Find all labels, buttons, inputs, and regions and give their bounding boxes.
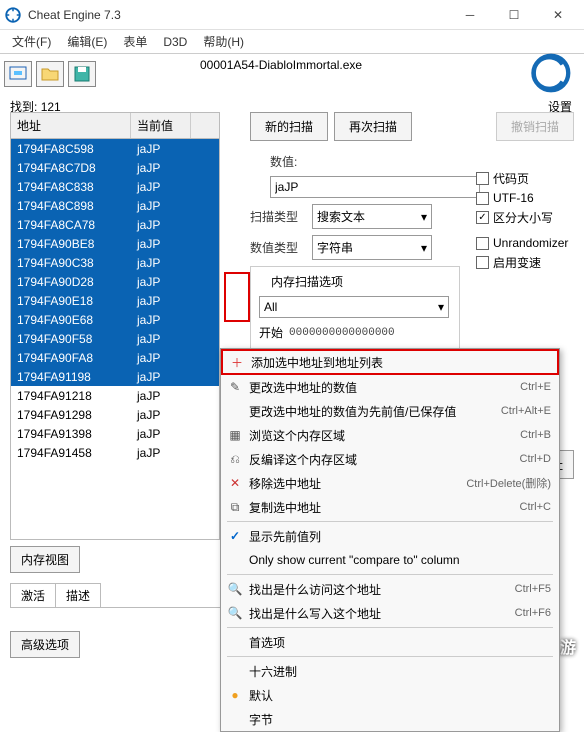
chevron-down-icon: ▾ — [421, 210, 427, 224]
context-menu: ＋ 添加选中地址到地址列表 ✎ 更改选中地址的数值 Ctrl+E 更改选中地址的… — [220, 348, 560, 732]
ctx-disassemble[interactable]: ⎌ 反编译这个内存区域 Ctrl+D — [221, 447, 559, 471]
ce-logo[interactable] — [528, 50, 574, 96]
col-address[interactable]: 地址 — [11, 113, 131, 138]
minimize-button[interactable]: ─ — [448, 1, 492, 29]
result-row[interactable]: 1794FA90F58jaJP — [11, 329, 219, 348]
ctx-preferences[interactable]: 首选项 — [221, 630, 559, 654]
results-panel: 地址 当前值 1794FA8C598jaJP1794FA8C7D8jaJP179… — [10, 112, 220, 608]
result-row[interactable]: 1794FA8C7D8jaJP — [11, 158, 219, 177]
result-row[interactable]: 1794FA90BE8jaJP — [11, 234, 219, 253]
close-button[interactable]: ✕ — [536, 1, 580, 29]
ctx-change-prev[interactable]: 更改选中地址的数值为先前值/已保存值 Ctrl+Alt+E — [221, 399, 559, 423]
plus-icon: ＋ — [227, 354, 247, 371]
utf16-checkbox[interactable] — [476, 192, 489, 205]
result-row[interactable]: 1794FA91458jaJP — [11, 443, 219, 462]
menu-file[interactable]: 文件(F) — [4, 31, 59, 52]
highlight-box-arrow — [224, 272, 250, 322]
range-start[interactable]: 0000000000000000 — [289, 327, 395, 339]
undo-scan-button[interactable]: 撤销扫描 — [496, 112, 574, 141]
advanced-options-button[interactable]: 高级选项 — [10, 631, 80, 658]
ctx-copy[interactable]: ⧉ 复制选中地址 Ctrl+C — [221, 495, 559, 519]
menu-d3d[interactable]: D3D — [155, 33, 195, 51]
result-row[interactable]: 1794FA91298jaJP — [11, 405, 219, 424]
result-row[interactable]: 1794FA91398jaJP — [11, 424, 219, 443]
save-button[interactable] — [68, 61, 96, 87]
pencil-icon: ✎ — [225, 380, 245, 394]
ctx-default[interactable]: ● 默认 — [221, 683, 559, 707]
codepage-checkbox[interactable] — [476, 172, 489, 185]
memory-view-button[interactable]: 内存视图 — [10, 546, 80, 573]
delete-icon: ✕ — [225, 476, 245, 490]
app-icon — [4, 6, 22, 24]
tab-active[interactable]: 激活 — [10, 583, 56, 607]
result-row[interactable]: 1794FA8C838jaJP — [11, 177, 219, 196]
speedhack-checkbox[interactable] — [476, 256, 489, 269]
chevron-down-icon: ▾ — [421, 241, 427, 255]
result-row[interactable]: 1794FA8C898jaJP — [11, 196, 219, 215]
copy-icon: ⧉ — [225, 500, 245, 515]
result-row[interactable]: 1794FA90E18jaJP — [11, 291, 219, 310]
result-row[interactable]: 1794FA90C38jaJP — [11, 253, 219, 272]
toolbar: 00001A54-DiabloImmortal.exe — [0, 54, 584, 94]
result-row[interactable]: 1794FA91218jaJP — [11, 386, 219, 405]
maximize-button[interactable]: ☐ — [492, 1, 536, 29]
new-scan-button[interactable]: 新的扫描 — [250, 112, 328, 141]
value-type-label: 数值类型 — [250, 239, 306, 256]
value-label: 数值: — [270, 153, 326, 170]
value-type-select[interactable]: 字符串▾ — [312, 235, 432, 260]
menu-edit[interactable]: 编辑(E) — [59, 31, 115, 52]
result-row[interactable]: 1794FA90FA8jaJP — [11, 348, 219, 367]
ctx-browse-memory[interactable]: ▦ 浏览这个内存区域 Ctrl+B — [221, 423, 559, 447]
titlebar: Cheat Engine 7.3 ─ ☐ ✕ — [0, 0, 584, 30]
ctx-byte[interactable]: 字节 — [221, 707, 559, 731]
check-icon: ✓ — [225, 529, 245, 543]
results-list[interactable]: 1794FA8C598jaJP1794FA8C7D8jaJP1794FA8C83… — [10, 139, 220, 540]
window-title: Cheat Engine 7.3 — [28, 8, 448, 22]
menu-help[interactable]: 帮助(H) — [195, 31, 252, 52]
ctx-add-selected[interactable]: ＋ 添加选中地址到地址列表 — [221, 349, 559, 375]
col-current-value[interactable]: 当前值 — [131, 113, 191, 138]
menubar: 文件(F) 编辑(E) 表单 D3D 帮助(H) — [0, 30, 584, 54]
search-write-icon: 🔍 — [225, 606, 245, 620]
ctx-only-compare[interactable]: Only show current "compare to" column — [221, 548, 559, 572]
ctx-remove[interactable]: ✕ 移除选中地址 Ctrl+Delete(删除) — [221, 471, 559, 495]
process-name: 00001A54-DiabloImmortal.exe — [200, 58, 362, 72]
memory-icon: ▦ — [225, 428, 245, 442]
ctx-change-value[interactable]: ✎ 更改选中地址的数值 Ctrl+E — [221, 375, 559, 399]
result-row[interactable]: 1794FA90E68jaJP — [11, 310, 219, 329]
open-process-button[interactable] — [4, 61, 32, 87]
open-file-button[interactable] — [36, 61, 64, 87]
next-scan-button[interactable]: 再次扫描 — [334, 112, 412, 141]
result-row[interactable]: 1794FA8C598jaJP — [11, 139, 219, 158]
ctx-hex[interactable]: 十六进制 — [221, 659, 559, 683]
memory-range-select[interactable]: All▾ — [259, 296, 449, 318]
value-input[interactable] — [270, 176, 480, 198]
result-row[interactable]: 1794FA8CA78jaJP — [11, 215, 219, 234]
tab-description[interactable]: 描述 — [55, 583, 101, 607]
disassemble-icon: ⎌ — [225, 452, 245, 467]
case-sensitive-checkbox[interactable]: ✓ — [476, 211, 489, 224]
result-row[interactable]: 1794FA90D28jaJP — [11, 272, 219, 291]
scan-type-select[interactable]: 搜索文本▾ — [312, 204, 432, 229]
bullet-icon: ● — [225, 688, 245, 702]
unrandomizer-checkbox[interactable] — [476, 237, 489, 250]
search-icon: 🔍 — [225, 582, 245, 596]
menu-table[interactable]: 表单 — [115, 31, 155, 52]
scan-type-label: 扫描类型 — [250, 208, 306, 225]
result-row[interactable]: 1794FA91198jaJP — [11, 367, 219, 386]
ctx-show-prev-col[interactable]: ✓ 显示先前值列 — [221, 524, 559, 548]
ctx-find-access[interactable]: 🔍 找出是什么访问这个地址 Ctrl+F5 — [221, 577, 559, 601]
ctx-find-write[interactable]: 🔍 找出是什么写入这个地址 Ctrl+F6 — [221, 601, 559, 625]
